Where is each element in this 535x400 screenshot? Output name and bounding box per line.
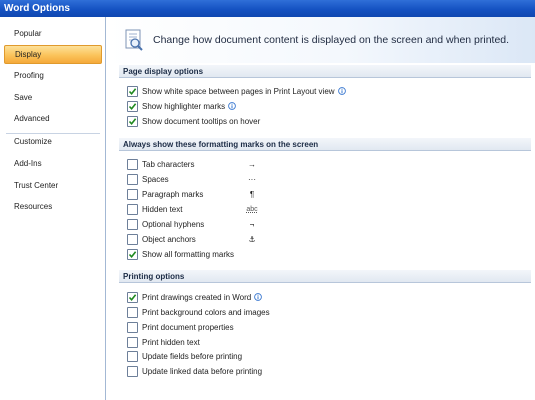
- space-dots-icon: ···: [248, 175, 256, 184]
- checkbox-update-linked-data[interactable]: [127, 366, 138, 377]
- section-page-display-options: Page display options: [119, 65, 531, 78]
- monitor-document-icon: [124, 29, 144, 51]
- label-print-background: Print background colors and images: [142, 308, 270, 317]
- checkbox-print-hidden-text[interactable]: [127, 337, 138, 348]
- panel-header-text: Change how document content is displayed…: [153, 34, 510, 46]
- checkbox-show-highlighter[interactable]: [127, 101, 138, 112]
- sidebar-item-display[interactable]: Display: [4, 45, 102, 64]
- checkbox-print-drawings[interactable]: [127, 292, 138, 303]
- options-sidebar: Popular Display Proofing Save Advanced C…: [0, 17, 106, 400]
- sidebar-item-popular[interactable]: Popular: [4, 24, 102, 43]
- label-object-anchors: Object anchors: [142, 235, 196, 244]
- checkbox-print-background[interactable]: [127, 307, 138, 318]
- checkbox-print-document-properties[interactable]: [127, 322, 138, 333]
- anchor-icon: ⚓: [248, 235, 256, 244]
- checkbox-optional-hyphens[interactable]: [127, 219, 138, 230]
- panel-header: Change how document content is displayed…: [107, 17, 535, 63]
- label-show-tooltips: Show document tooltips on hover: [142, 117, 261, 126]
- pilcrow-icon: ¶: [249, 190, 255, 199]
- window-title: Word Options: [4, 3, 70, 14]
- info-icon: [228, 102, 237, 110]
- label-print-hidden-text: Print hidden text: [142, 338, 200, 347]
- checkbox-paragraph-marks[interactable]: [127, 189, 138, 200]
- sidebar-item-customize[interactable]: Customize: [4, 132, 102, 151]
- label-optional-hyphens: Optional hyphens: [142, 220, 205, 229]
- label-show-white-space: Show white space between pages in Print …: [142, 87, 335, 96]
- label-paragraph-marks: Paragraph marks: [142, 190, 204, 199]
- sidebar-item-advanced[interactable]: Advanced: [4, 109, 102, 128]
- checkbox-spaces[interactable]: [127, 174, 138, 185]
- sidebar-item-add-ins[interactable]: Add-Ins: [4, 154, 102, 173]
- label-show-all-formatting-marks: Show all formatting marks: [142, 250, 235, 259]
- info-icon: [254, 293, 263, 301]
- sidebar-item-save[interactable]: Save: [4, 88, 102, 107]
- section-formatting-marks: Always show these formatting marks on th…: [119, 138, 531, 151]
- checkbox-tab-characters[interactable]: [127, 159, 138, 170]
- sidebar-item-trust-center[interactable]: Trust Center: [4, 176, 102, 195]
- label-hidden-text: Hidden text: [142, 205, 183, 214]
- label-update-fields: Update fields before printing: [142, 352, 243, 361]
- sidebar-item-proofing[interactable]: Proofing: [4, 66, 102, 85]
- label-show-highlighter: Show highlighter marks: [142, 102, 226, 111]
- optional-hyphen-icon: ¬: [249, 220, 255, 229]
- checkbox-show-white-space[interactable]: [127, 86, 138, 97]
- checkbox-object-anchors[interactable]: [127, 234, 138, 245]
- checkbox-show-all-formatting-marks[interactable]: [127, 249, 138, 260]
- tab-arrow-icon: →: [248, 160, 256, 169]
- section-printing-options: Printing options: [119, 270, 531, 283]
- hidden-text-icon: abc: [246, 206, 258, 213]
- label-print-drawings: Print drawings created in Word: [142, 293, 252, 302]
- label-update-linked-data: Update linked data before printing: [142, 367, 263, 376]
- display-options-panel: Change how document content is displayed…: [107, 17, 535, 400]
- checkbox-hidden-text[interactable]: [127, 204, 138, 215]
- label-tab-characters: Tab characters: [142, 160, 195, 169]
- window-title-bar: Word Options: [0, 0, 535, 17]
- sidebar-item-resources[interactable]: Resources: [4, 197, 102, 216]
- info-icon: [337, 87, 346, 95]
- checkbox-update-fields[interactable]: [127, 351, 138, 362]
- checkbox-show-tooltips[interactable]: [127, 116, 138, 127]
- label-spaces: Spaces: [142, 175, 169, 184]
- label-print-document-properties: Print document properties: [142, 323, 234, 332]
